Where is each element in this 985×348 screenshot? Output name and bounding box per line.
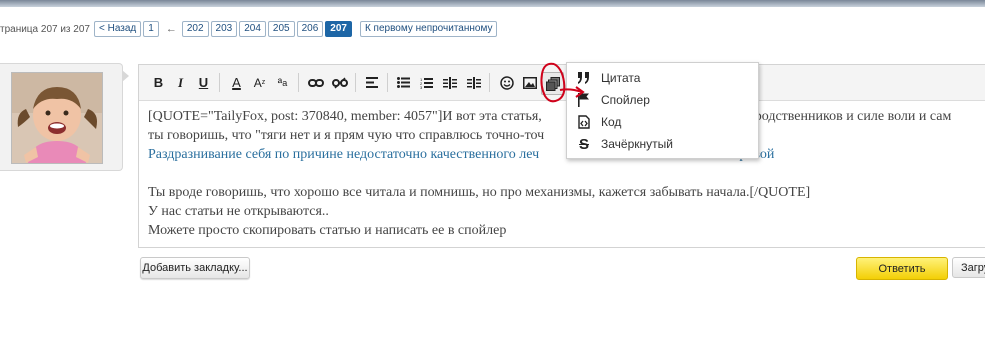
menu-item-label: Спойлер (601, 93, 650, 107)
red-annotation-circle (540, 62, 585, 103)
outdent-icon[interactable] (439, 72, 460, 93)
text-line-empty (148, 164, 985, 183)
pagination-jump-arrow[interactable]: ← (166, 23, 177, 35)
smiley-icon[interactable] (496, 72, 517, 93)
toolbar-separator (387, 73, 388, 92)
avatar[interactable] (11, 72, 103, 164)
align-icon[interactable] (361, 72, 382, 93)
italic-icon[interactable]: I (170, 72, 191, 93)
text-line-tail: ния родственников и силе воли и сам (729, 109, 952, 124)
first-unread-button[interactable]: К первому непрочитанному (359, 21, 498, 37)
toolbar-separator (355, 73, 356, 92)
underline-icon[interactable]: U (193, 72, 214, 93)
menu-item-label: Цитата (601, 71, 641, 85)
indent-icon[interactable] (463, 72, 484, 93)
page-206-link[interactable]: 206 (296, 21, 324, 37)
menu-item-label: Код (601, 115, 622, 129)
link-icon[interactable] (305, 72, 326, 93)
menu-item-label: Зачёркнутый (601, 137, 673, 151)
strike-icon: S (578, 135, 589, 153)
reply-button[interactable]: Ответить (856, 257, 948, 280)
menu-item-strikethrough[interactable]: S Зачёркнутый (567, 133, 758, 155)
page-back-button[interactable]: < Назад (93, 21, 142, 37)
code-icon (567, 115, 601, 129)
bold-icon[interactable]: B (148, 72, 169, 93)
font-family-icon[interactable]: ªa (272, 72, 293, 93)
pagination: траница 207 из 207 < Назад 1 ← 202 203 2… (0, 20, 499, 38)
page-204-link[interactable]: 204 (239, 21, 266, 37)
svg-text:3: 3 (420, 85, 423, 89)
add-bookmark-button[interactable]: Добавить закладку... (140, 257, 250, 279)
ordered-list-icon[interactable]: 123 (416, 72, 437, 93)
text-line: У нас статьи не открываются.. (148, 204, 329, 219)
page-current: 207 (325, 21, 352, 37)
text-line: Можете просто скопировать статью и напис… (148, 223, 507, 238)
toolbar-separator (489, 73, 490, 92)
avatar-pointer (122, 70, 129, 82)
toolbar-separator (298, 73, 299, 92)
toolbar-separator (219, 73, 220, 92)
unordered-list-icon[interactable] (393, 72, 414, 93)
page-1-link[interactable]: 1 (143, 21, 159, 37)
upload-button[interactable]: Загру (952, 257, 985, 278)
menu-item-code[interactable]: Код (567, 111, 758, 133)
unlink-icon[interactable] (329, 72, 350, 93)
browser-top-strip (0, 0, 985, 7)
user-avatar-card (0, 63, 129, 171)
page-info: траница 207 из 207 (0, 23, 90, 35)
font-size-icon[interactable]: Az (249, 72, 270, 93)
font-color-icon[interactable]: A (226, 72, 247, 93)
page-205-link[interactable]: 205 (267, 21, 295, 37)
text-line: Ты вроде говоришь, что хорошо все читала… (148, 185, 811, 200)
page-202-link[interactable]: 202 (181, 21, 209, 37)
page-203-link[interactable]: 203 (210, 21, 238, 37)
